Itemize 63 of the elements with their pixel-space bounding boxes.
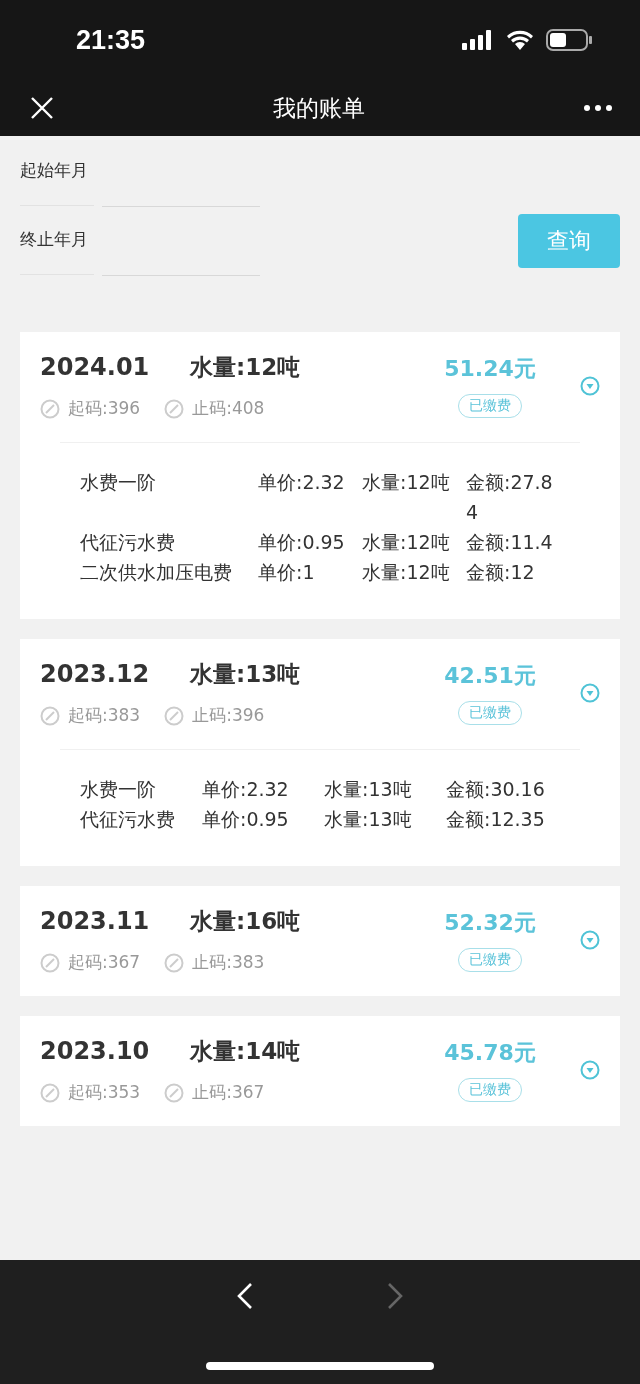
fee-name: 代征污水费 bbox=[80, 807, 176, 832]
query-button[interactable]: 查询 bbox=[518, 214, 620, 268]
battery-icon bbox=[546, 29, 592, 51]
bill-amount: 52.32元 bbox=[444, 909, 536, 937]
fee-usage: 水量:13吨 bbox=[324, 807, 413, 832]
fee-name: 代征污水费 bbox=[80, 530, 176, 555]
unit-price: 单价:0.95 bbox=[258, 530, 346, 555]
page-title: 我的账单 bbox=[273, 93, 365, 123]
meter-icon bbox=[164, 1082, 185, 1103]
start-reading: 起码:353 bbox=[68, 1081, 141, 1104]
unit-price: 单价:0.95 bbox=[202, 807, 290, 832]
unit-price: 单价:2.32 bbox=[202, 777, 290, 802]
water-usage: 水量:16吨 bbox=[190, 907, 301, 936]
expand-icon[interactable] bbox=[580, 683, 600, 703]
fee-usage: 水量:12吨 bbox=[362, 470, 451, 495]
expand-icon[interactable] bbox=[580, 376, 600, 396]
bill-amount: 42.51元 bbox=[444, 662, 536, 690]
bill-month: 2023.12 bbox=[40, 660, 151, 688]
status-time: 21:35 bbox=[76, 24, 146, 56]
fee-usage: 水量:12吨 bbox=[362, 530, 451, 555]
expand-icon[interactable] bbox=[580, 1060, 600, 1080]
bill-month: 2023.11 bbox=[40, 907, 151, 935]
unit-price: 单价:2.32 bbox=[258, 470, 346, 495]
fee-usage: 水量:13吨 bbox=[324, 777, 413, 802]
water-usage: 水量:12吨 bbox=[190, 353, 301, 382]
bill-month: 2024.01 bbox=[40, 353, 151, 381]
fee-name: 水费一阶 bbox=[80, 777, 157, 802]
fee-usage: 水量:12吨 bbox=[362, 560, 451, 585]
close-icon[interactable] bbox=[30, 96, 54, 120]
signal-icon bbox=[462, 30, 494, 50]
end-reading: 止码:396 bbox=[192, 704, 265, 727]
fee-amount: 金额:30.16 bbox=[446, 777, 546, 802]
meter-icon bbox=[40, 1082, 60, 1103]
fee-amount: 金额:12 bbox=[466, 560, 536, 585]
meter-icon bbox=[40, 705, 60, 726]
water-usage: 水量:13吨 bbox=[190, 660, 301, 689]
bill-month: 2023.10 bbox=[40, 1037, 151, 1065]
meter-icon bbox=[164, 952, 185, 973]
bill-amount: 51.24元 bbox=[444, 355, 536, 383]
end-reading: 止码:367 bbox=[192, 1081, 265, 1104]
fee-amount: 金额:12.35 bbox=[446, 807, 546, 832]
meter-icon bbox=[40, 398, 60, 419]
meter-icon bbox=[164, 705, 185, 726]
expand-icon[interactable] bbox=[580, 930, 600, 950]
start-reading: 起码:367 bbox=[68, 951, 141, 974]
wifi-icon bbox=[506, 30, 534, 50]
end-reading: 止码:408 bbox=[192, 397, 265, 420]
fee-name: 水费一阶 bbox=[80, 470, 157, 495]
unit-price: 单价:1 bbox=[258, 560, 316, 585]
bill-amount: 45.78元 bbox=[444, 1039, 536, 1067]
end-reading: 止码:383 bbox=[192, 951, 265, 974]
field-label: 终止年月 bbox=[20, 204, 94, 275]
start-reading: 起码:383 bbox=[68, 704, 141, 727]
field-label: 起始年月 bbox=[20, 136, 94, 206]
water-usage: 水量:14吨 bbox=[190, 1037, 301, 1066]
back-icon[interactable] bbox=[237, 1282, 253, 1310]
meter-icon bbox=[164, 398, 185, 419]
start-reading: 起码:396 bbox=[68, 397, 141, 420]
more-icon[interactable] bbox=[584, 105, 612, 111]
fee-name: 二次供水加压电费 bbox=[80, 560, 233, 585]
fee-amount: 金额:11.4 bbox=[466, 530, 554, 555]
fee-amount: 金额:27.84 bbox=[466, 470, 554, 525]
meter-icon bbox=[40, 952, 60, 973]
